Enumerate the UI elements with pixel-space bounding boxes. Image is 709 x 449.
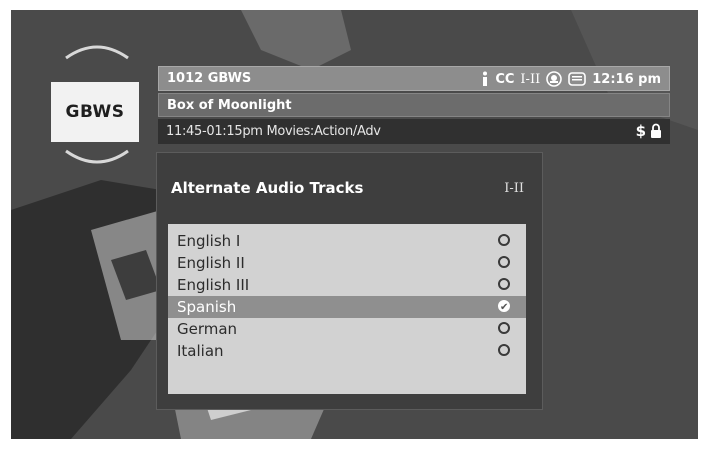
dialog-audio-mode: I-II xyxy=(504,181,524,196)
radio-button[interactable] xyxy=(498,278,510,290)
audio-track-option[interactable]: English II xyxy=(168,252,526,274)
track-label: Italian xyxy=(177,342,224,360)
program-badges: $ xyxy=(636,122,662,140)
program-title-bar: Box of Moonlight xyxy=(158,93,670,117)
dialog-title: Alternate Audio Tracks xyxy=(171,179,364,197)
message-icon xyxy=(568,72,587,86)
track-label: English I xyxy=(177,232,241,250)
radio-button[interactable] xyxy=(498,234,510,246)
radio-button[interactable] xyxy=(498,322,510,334)
channel-down-icon[interactable] xyxy=(62,147,132,167)
audio-track-option[interactable]: English I xyxy=(168,230,526,252)
radio-button[interactable] xyxy=(498,344,510,356)
audio-track-option[interactable]: Italian xyxy=(168,340,526,362)
channel-info-bar: 1012 GBWS CC I-II 12:16 pm xyxy=(158,66,670,91)
track-label: English III xyxy=(177,276,250,294)
audio-track-option-selected[interactable]: Spanish xyxy=(168,296,526,319)
clock: 12:16 pm xyxy=(592,71,661,87)
audio-track-list: English I English II English III Spanish… xyxy=(168,224,526,394)
info-icon xyxy=(483,71,488,86)
track-label: German xyxy=(177,320,238,338)
tv-screen: GBWS 1012 GBWS CC I-II 12:16 pm Box of M… xyxy=(11,10,698,439)
lock-icon xyxy=(651,123,661,138)
audio-tracks-dialog: Alternate Audio Tracks I-II English I En… xyxy=(156,152,543,410)
channel-number-label: 1012 GBWS xyxy=(167,71,252,86)
audio-track-option[interactable]: English III xyxy=(168,274,526,296)
program-title: Box of Moonlight xyxy=(167,98,292,113)
audio-mode-label: I-II xyxy=(520,71,541,87)
radio-button-checked[interactable] xyxy=(498,297,510,319)
program-schedule: 11:45-01:15pm Movies:Action/Adv xyxy=(166,124,381,139)
audio-track-option[interactable]: German xyxy=(168,318,526,340)
channel-badge: GBWS xyxy=(51,82,139,142)
schedule-bar: 11:45-01:15pm Movies:Action/Adv $ xyxy=(158,119,670,144)
radio-button[interactable] xyxy=(498,256,510,268)
rating-icon xyxy=(546,71,563,87)
pay-symbol: $ xyxy=(635,122,646,140)
status-icons: CC I-II 12:16 pm xyxy=(481,70,661,88)
channel-up-icon[interactable] xyxy=(62,42,132,62)
channel-name: GBWS xyxy=(65,102,125,122)
track-label: Spanish xyxy=(177,298,237,316)
cc-label: CC xyxy=(495,71,515,87)
track-label: English II xyxy=(177,254,245,272)
